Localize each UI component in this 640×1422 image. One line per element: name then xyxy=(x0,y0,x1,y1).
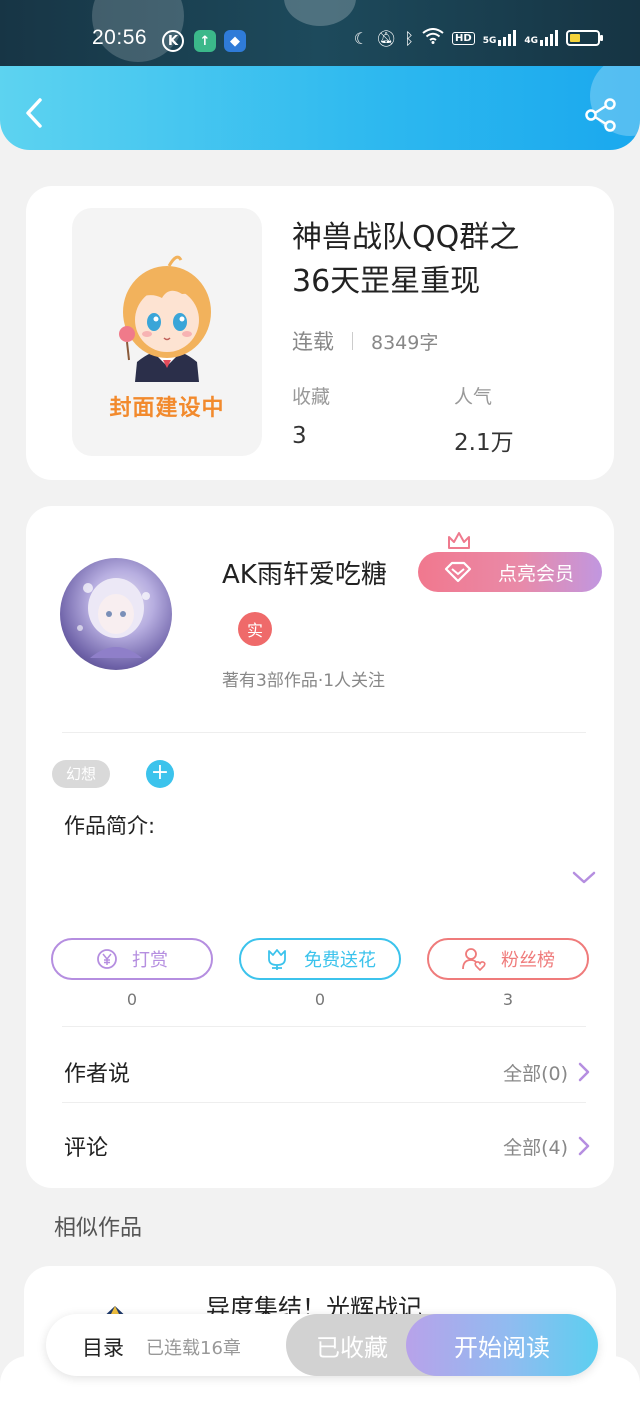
popularity-stat: 人气 2.1万 xyxy=(454,382,514,457)
author-card: AK雨轩爱吃糖 点亮会员 实 著有3部作品·1人关注 幻想 + 作品简介: 打赏… xyxy=(26,506,614,1188)
moon-icon: ☾ xyxy=(353,28,369,48)
divider xyxy=(352,332,353,350)
clock: 20:56 xyxy=(92,26,148,49)
hd-badge: HD xyxy=(452,31,475,45)
book-title-line: 神兽战队QQ群之 xyxy=(292,220,520,255)
vip-button-label: 点亮会员 xyxy=(497,562,574,585)
crown-icon xyxy=(448,532,470,549)
start-reading-label: 开始阅读 xyxy=(454,1333,550,1362)
status-bar: 20:56 K ↑ ◆ ☾ 🔕︎ ᛒ HD 5G 4G xyxy=(0,0,640,66)
table-of-contents-button[interactable]: 目录 xyxy=(82,1332,124,1362)
android-app-icon: ◆ xyxy=(224,30,246,52)
author-name[interactable]: AK雨轩爱吃糖 xyxy=(222,554,387,591)
bottom-action-bar: 目录 已连载16章 已收藏 开始阅读 xyxy=(46,1314,598,1376)
reward-count: 0 xyxy=(126,990,138,1009)
reward-label: 打赏 xyxy=(132,950,168,971)
favorites-label: 收藏 xyxy=(292,386,331,408)
book-title-line: 36天罡星重现 xyxy=(292,264,481,299)
author-avatar[interactable] xyxy=(60,558,172,670)
decorative-bubble xyxy=(284,0,356,26)
mascot-illustration xyxy=(119,255,211,382)
fan-count: 3 xyxy=(502,990,514,1009)
mute-bell-icon: 🔕︎ xyxy=(376,28,397,48)
popularity-value: 2.1万 xyxy=(454,430,514,456)
bluetooth-icon: ᛒ xyxy=(404,28,415,48)
word-count: 8349字 xyxy=(371,331,439,354)
comments-link: 全部(4) xyxy=(503,1133,590,1160)
book-info-card: 封面建设中 神兽战队QQ群之 36天罡星重现 连载 8349字 收藏 3 人气 … xyxy=(26,186,614,480)
upload-app-icon: ↑ xyxy=(194,30,216,52)
signal-5g-icon: 5G xyxy=(483,30,517,46)
wifi-icon xyxy=(422,28,444,48)
author-stats: 著有3部作品·1人关注 xyxy=(222,671,386,691)
vip-button[interactable]: 点亮会员 xyxy=(418,532,602,592)
comments-row[interactable]: 评论 全部(4) xyxy=(64,1126,590,1166)
flower-count: 0 xyxy=(314,990,326,1009)
share-icon[interactable] xyxy=(584,98,618,132)
user-heart-icon xyxy=(462,948,486,971)
genre-tag[interactable]: 幻想 xyxy=(52,760,111,788)
reward-button[interactable]: 打赏 xyxy=(51,938,213,980)
send-flower-label: 免费送花 xyxy=(304,950,376,971)
diamond-icon xyxy=(444,561,472,583)
book-cover[interactable]: 封面建设中 xyxy=(72,208,262,456)
author-says-row[interactable]: 作者说 全部(0) xyxy=(64,1052,590,1092)
fan-ranking-label: 粉丝榜 xyxy=(501,950,555,971)
similar-works-heading: 相似作品 xyxy=(54,1216,143,1241)
yen-coin-icon xyxy=(97,949,117,969)
comments-count: 全部(4) xyxy=(503,1136,568,1159)
chapter-count: 已连载16章 xyxy=(146,1338,241,1359)
chevron-right-icon xyxy=(578,1136,590,1156)
chevron-down-icon[interactable] xyxy=(572,870,596,889)
popularity-label: 人气 xyxy=(454,386,493,408)
favorites-value: 3 xyxy=(292,423,307,449)
flower-icon xyxy=(268,949,286,970)
chevron-right-icon xyxy=(578,1062,590,1082)
status-indicators: ☾ 🔕︎ ᛒ HD 5G 4G xyxy=(353,28,603,48)
top-header xyxy=(0,66,640,150)
author-says-count: 全部(0) xyxy=(503,1062,568,1085)
back-arrow-icon[interactable] xyxy=(20,96,50,130)
divider xyxy=(62,1026,586,1027)
serial-status: 连载 xyxy=(292,330,334,354)
battery-icon xyxy=(566,30,603,46)
k-app-icon: K xyxy=(162,30,184,52)
book-title: 神兽战队QQ群之 36天罡星重现 xyxy=(292,216,592,304)
signal-4g-icon: 4G xyxy=(524,30,558,46)
send-flower-button[interactable]: 免费送花 xyxy=(239,938,401,980)
start-reading-button[interactable]: 开始阅读 xyxy=(406,1314,598,1376)
book-meta: 连载 8349字 xyxy=(292,326,438,356)
cover-placeholder-text: 封面建设中 xyxy=(109,396,225,421)
verified-badge: 实 xyxy=(238,612,272,646)
favorites-stat: 收藏 3 xyxy=(292,382,330,449)
divider xyxy=(62,1102,586,1103)
comments-label: 评论 xyxy=(64,1136,109,1161)
divider xyxy=(62,732,586,733)
author-says-label: 作者说 xyxy=(64,1062,131,1087)
fan-ranking-button[interactable]: 粉丝榜 xyxy=(427,938,589,980)
favorited-label: 已收藏 xyxy=(316,1333,388,1362)
author-says-link: 全部(0) xyxy=(503,1059,590,1086)
add-tag-button[interactable]: + xyxy=(146,760,174,788)
intro-label: 作品简介: xyxy=(64,814,156,838)
